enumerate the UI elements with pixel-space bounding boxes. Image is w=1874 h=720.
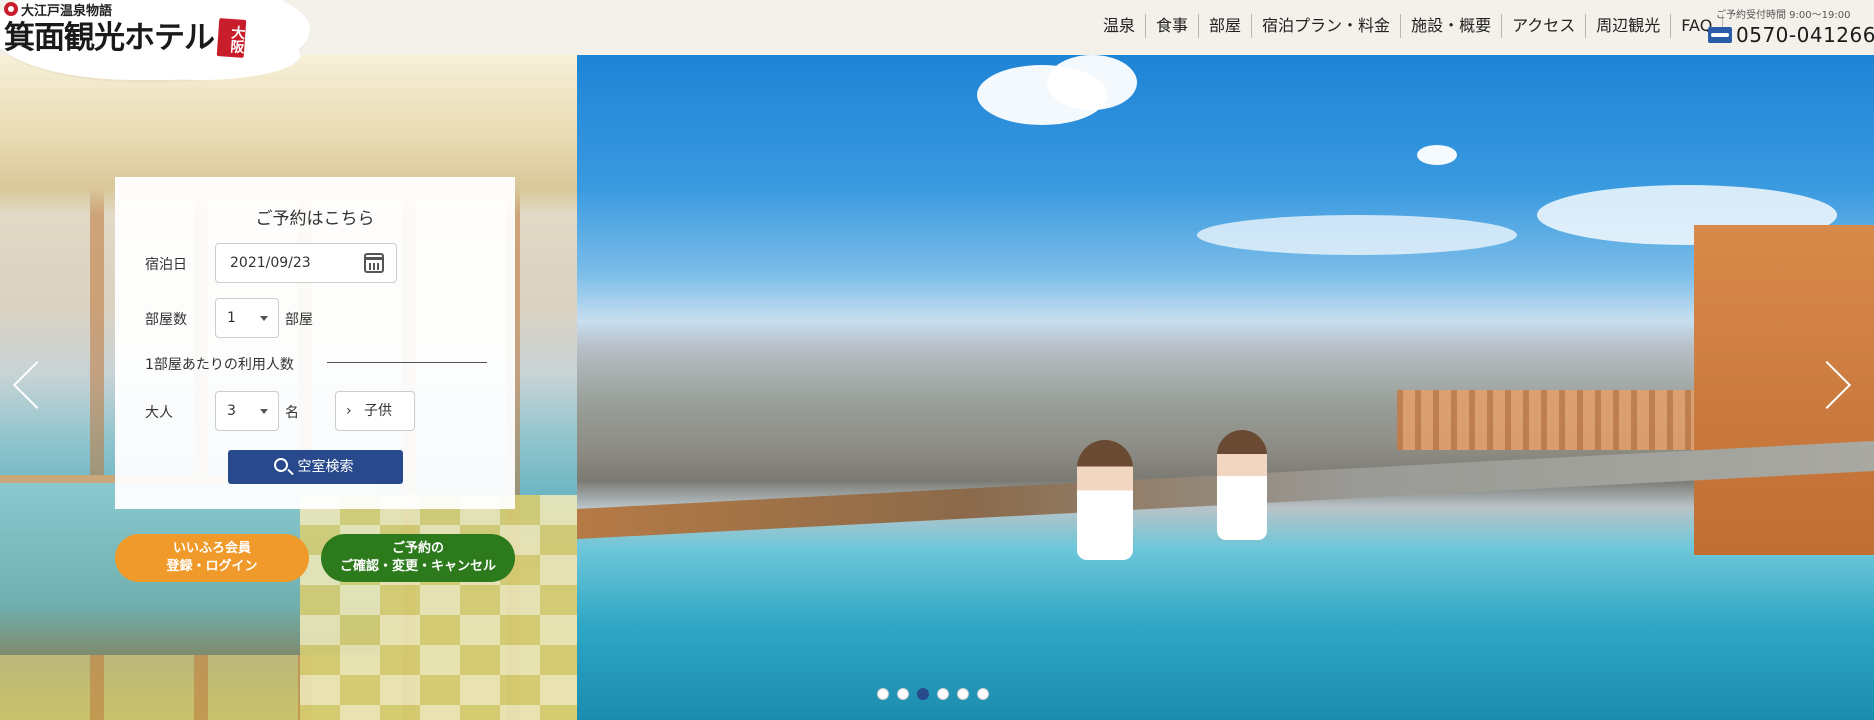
nav-sightseeing[interactable]: 周辺観光 [1586, 14, 1672, 38]
logo-badge: 大阪 [216, 18, 247, 58]
booking-panel: ご予約はこちら 宿泊日 2021/09/23 部屋数 1 部屋 1部屋あたりの利… [115, 177, 515, 509]
nav-meals[interactable]: 食事 [1146, 14, 1200, 38]
calendar-icon[interactable] [364, 253, 384, 273]
bather [1217, 430, 1267, 540]
logo-subtitle: 大江戸温泉物語 [21, 3, 113, 19]
chevron-right-icon: › [346, 403, 352, 419]
member-line2: 登録・ログイン [166, 559, 258, 574]
member-line1: いいふろ会員 [172, 541, 251, 556]
reservation-line2: ご確認・変更・キャンセル [339, 559, 496, 574]
carousel-dot[interactable] [877, 688, 889, 700]
reservation-line1: ご予約の [391, 541, 444, 556]
rooms-unit: 部屋 [285, 312, 313, 328]
rooms-label: 部屋数 [145, 312, 187, 328]
main-nav: 温泉 食事 部屋 宿泊プラン・料金 施設・概要 アクセス 周辺観光 FAQ [1097, 14, 1724, 38]
cloud [1197, 215, 1517, 255]
checkin-date-field[interactable]: 2021/09/23 [215, 243, 397, 283]
carousel-dot[interactable] [937, 688, 949, 700]
carousel-dot[interactable] [957, 688, 969, 700]
date-label: 宿泊日 [145, 257, 187, 273]
bather [1077, 440, 1133, 560]
nav-rooms[interactable]: 部屋 [1199, 14, 1253, 38]
search-label: 空室検索 [297, 459, 354, 475]
member-login-button[interactable]: いいふろ会員 登録・ログイン [115, 534, 309, 582]
divider [327, 362, 487, 363]
freedial-icon [1708, 27, 1732, 43]
nav-access[interactable]: アクセス [1502, 14, 1587, 38]
cloud [1047, 55, 1137, 110]
vacancy-search-button[interactable]: 空室検索 [228, 450, 403, 484]
carousel-prev-chevron-left-icon[interactable] [12, 354, 38, 414]
cloud [1417, 145, 1457, 165]
chevron-down-icon [260, 316, 268, 321]
site-header: 大江戸温泉物語 箕面観光ホテル 大阪 温泉 食事 部屋 宿泊プラン・料金 施設・… [0, 0, 1874, 80]
reservation-hours: ご予約受付時間 9:00〜19:00 [1716, 10, 1851, 21]
nav-onsen[interactable]: 温泉 [1097, 14, 1147, 38]
adults-label: 大人 [145, 405, 173, 421]
checkin-date-value: 2021/09/23 [230, 255, 311, 271]
phone-number: 0570-041266 [1736, 23, 1874, 47]
carousel-dot[interactable] [917, 688, 929, 700]
guests-heading: 1部屋あたりの利用人数 [145, 357, 294, 373]
carousel-pagination [877, 688, 989, 700]
nav-plans[interactable]: 宿泊プラン・料金 [1252, 14, 1402, 38]
logo-main-row: 箕面観光ホテル 大阪 [4, 18, 247, 58]
nav-facilities[interactable]: 施設・概要 [1401, 14, 1503, 38]
brand-mark-icon [4, 2, 18, 16]
carousel-next-chevron-right-icon[interactable] [1826, 354, 1852, 414]
site-logo[interactable]: 大江戸温泉物語 箕面観光ホテル 大阪 [4, 0, 247, 58]
adults-select[interactable]: 3 [215, 391, 279, 431]
booking-title: ご予約はこちら [255, 209, 375, 229]
search-icon [274, 458, 288, 472]
rooms-value: 1 [227, 310, 236, 326]
floor-tiles [300, 495, 577, 720]
logo-title: 箕面観光ホテル [4, 19, 215, 56]
children-label: 子供 [364, 403, 392, 419]
children-toggle-button[interactable]: › 子供 [335, 391, 415, 431]
contact-block: ご予約受付時間 9:00〜19:00 0570-041266 [1708, 10, 1874, 47]
logo-subtitle-row: 大江戸温泉物語 [4, 1, 245, 19]
hero-rooftop-bath-image [577, 55, 1874, 720]
adults-value: 3 [227, 403, 236, 419]
carousel-dot[interactable] [897, 688, 909, 700]
adults-unit: 名 [285, 405, 299, 421]
rooms-select[interactable]: 1 [215, 298, 279, 338]
phone-link[interactable]: 0570-041266 [1708, 23, 1874, 47]
carousel-dot[interactable] [977, 688, 989, 700]
chevron-down-icon [260, 409, 268, 414]
reservation-manage-button[interactable]: ご予約の ご確認・変更・キャンセル [321, 534, 515, 582]
